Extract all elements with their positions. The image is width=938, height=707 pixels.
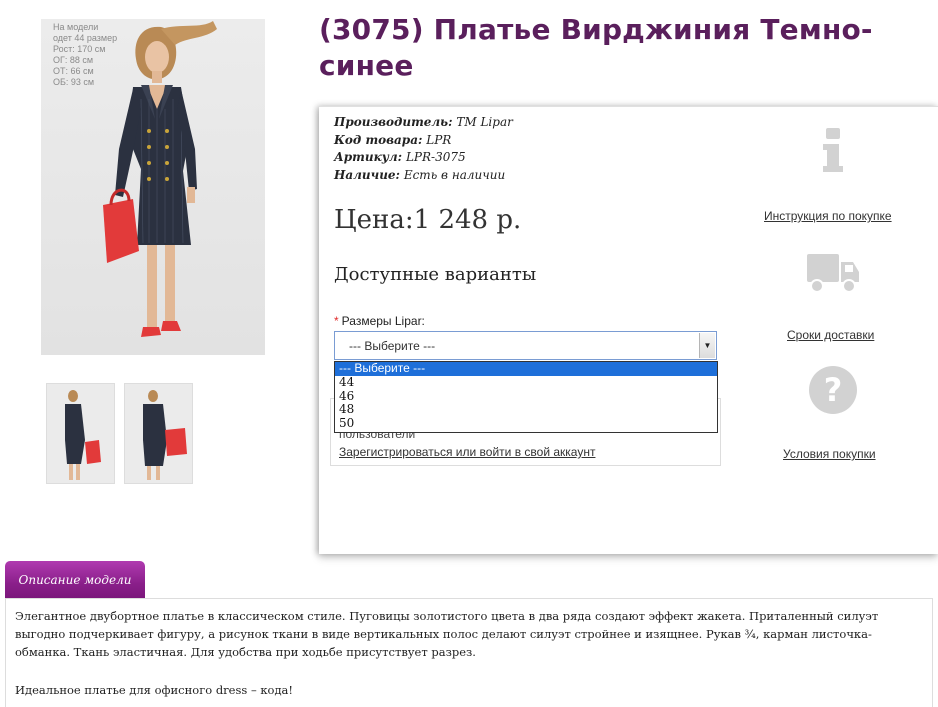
thumbnail-image [125,384,192,483]
required-mark: * [334,314,339,328]
thumbnail-back-view[interactable] [46,383,115,484]
dropdown-arrow-icon[interactable]: ▼ [699,333,715,358]
register-login-link[interactable]: Зарегистрироваться или войти в свой акка… [339,445,595,459]
product-meta: Производитель: TM Lipar Код товара: LPR … [334,114,513,184]
product-title: (3075) Платье Вирджиния Темно-синее [319,13,873,82]
manufacturer-value[interactable]: TM Lipar [456,115,512,129]
size-label: * Размеры Lipar: [334,314,425,328]
article-value: LPR-3075 [405,150,466,164]
product-code-row: Код товара: LPR [334,132,452,147]
instructions-link[interactable]: Инструкция по покупке [764,209,892,223]
svg-text:?: ? [824,371,843,409]
availability-value: Есть в наличии [403,167,506,182]
tab-description[interactable]: Описание модели [5,561,145,599]
size-option[interactable]: 50 [335,416,717,431]
price: Цена:1 248 р. [334,205,522,235]
model-params: На модели одет 44 размер Рост: 170 см ОГ… [53,22,117,88]
size-option[interactable]: 44 [335,375,717,390]
variants-heading: Доступные варианты [334,264,537,285]
delivery-link[interactable]: Сроки доставки [787,328,874,342]
model-param: ОТ: 66 см [53,66,94,76]
question-icon: ? [809,366,857,414]
description-tagline: Идеальное платье для офисного dress – ко… [15,683,294,697]
conditions-link[interactable]: Условия покупки [783,447,876,461]
size-option[interactable]: --- Выберите --- [335,361,717,376]
size-select-value: --- Выберите --- [349,339,436,353]
article-row: Артикул: LPR-3075 [334,150,466,164]
size-option[interactable]: 48 [335,403,717,417]
info-icon [823,128,843,172]
product-code-value: LPR [426,132,452,147]
size-dropdown-list: --- Выберите --- 44 46 48 50 [334,361,718,433]
model-param: Рост: 170 см [53,44,106,54]
description-text: Элегантное двубортное платье в классичес… [15,609,879,659]
truck-icon [807,254,859,293]
size-option[interactable]: 46 [335,389,717,404]
size-select[interactable]: --- Выберите --- ▼ [334,331,717,360]
thumbnail-image [47,384,114,483]
main-product-photo[interactable]: На модели одет 44 размер Рост: 170 см ОГ… [41,19,265,355]
description-panel: Элегантное двубортное платье в классичес… [5,598,933,707]
thumbnail-front-view[interactable] [124,383,193,484]
product-info-panel: Производитель: TM Lipar Код товара: LPR … [319,106,938,554]
manufacturer-row: Производитель: TM Lipar [334,115,513,129]
availability-row: Наличие: Есть в наличии [334,167,506,182]
model-param: ОБ: 93 см [53,77,95,87]
model-param: На модели [53,22,99,32]
model-param: одет 44 размер [53,33,118,43]
model-param: ОГ: 88 см [53,55,94,65]
